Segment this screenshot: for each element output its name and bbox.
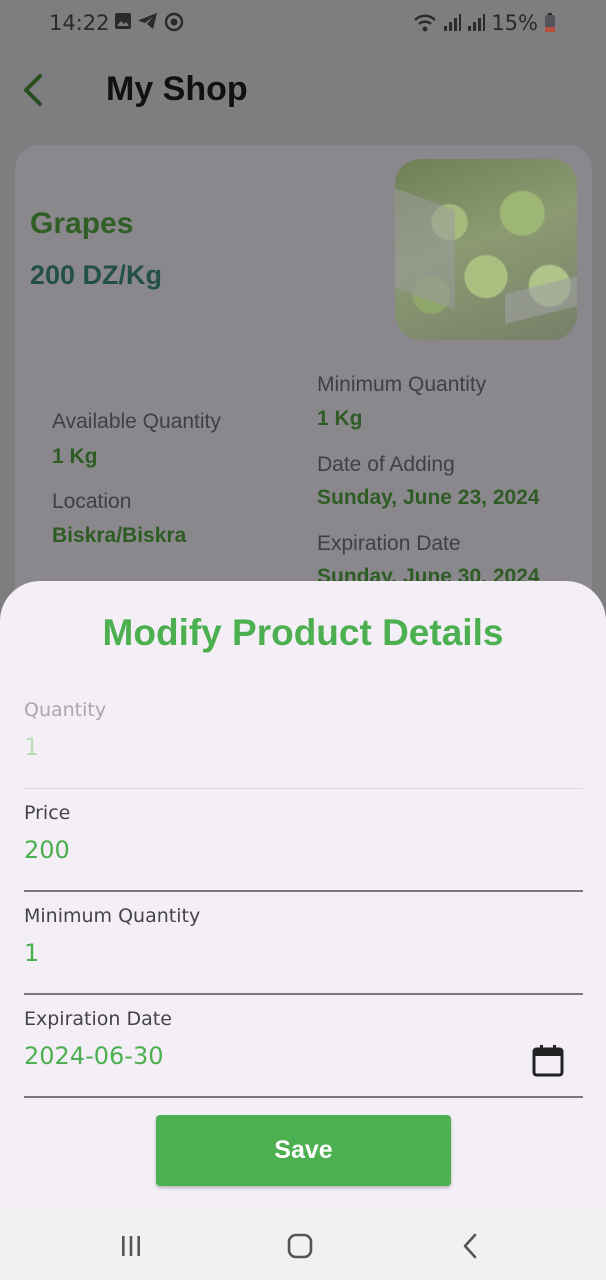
modify-product-sheet: Modify Product Details Quantity 1 Price … bbox=[0, 581, 606, 1211]
calendar-icon[interactable] bbox=[531, 1044, 565, 1078]
status-bar: 14:22 15% bbox=[0, 0, 606, 48]
nav-back-button[interactable] bbox=[450, 1229, 490, 1263]
minimum-quantity-field-value[interactable]: 1 bbox=[24, 939, 39, 967]
sync-icon bbox=[164, 12, 184, 32]
telegram-icon bbox=[139, 13, 157, 29]
signal-icon bbox=[468, 14, 486, 31]
field-underline bbox=[24, 1096, 583, 1098]
sheet-title: Modify Product Details bbox=[102, 612, 504, 653]
product-image bbox=[395, 159, 577, 340]
system-navigation-bar bbox=[0, 1211, 606, 1280]
expiration-date-field-value[interactable]: 2024-06-30 bbox=[24, 1042, 163, 1070]
battery-percent: 15% bbox=[491, 11, 538, 35]
product-price: 200 DZ/Kg bbox=[30, 260, 163, 290]
available-quantity-label: Available Quantity bbox=[52, 410, 221, 433]
product-name: Grapes bbox=[30, 207, 134, 240]
page-title: My Shop bbox=[106, 70, 248, 108]
recent-apps-button[interactable] bbox=[111, 1229, 151, 1263]
back-button[interactable] bbox=[18, 70, 48, 110]
expiration-date-field[interactable]: Expiration Date 2024-06-30 bbox=[24, 1008, 583, 1098]
chevron-left-icon bbox=[24, 74, 42, 106]
minimum-quantity-field[interactable]: Minimum Quantity 1 bbox=[24, 905, 583, 995]
minimum-quantity-value: 1 Kg bbox=[317, 407, 363, 430]
signal-icon bbox=[444, 14, 462, 31]
minimum-quantity-field-label: Minimum Quantity bbox=[24, 905, 201, 927]
wifi-icon bbox=[414, 14, 437, 32]
recent-apps-icon bbox=[122, 1236, 140, 1256]
minimum-quantity-label: Minimum Quantity bbox=[317, 373, 487, 396]
date-added-value: Sunday, June 23, 2024 bbox=[317, 486, 540, 509]
price-field[interactable]: Price 200 bbox=[24, 802, 583, 892]
battery-low-icon bbox=[545, 13, 555, 32]
field-underline bbox=[24, 788, 583, 789]
quantity-field-value: 1 bbox=[24, 733, 40, 761]
expiration-date-label: Expiration Date bbox=[317, 532, 461, 555]
status-time: 14:22 bbox=[49, 11, 110, 35]
gallery-icon bbox=[115, 13, 131, 29]
app-bar: My Shop bbox=[0, 48, 606, 132]
location-label: Location bbox=[52, 490, 132, 513]
save-button[interactable]: Save bbox=[156, 1115, 451, 1186]
quantity-field-label: Quantity bbox=[24, 699, 107, 721]
date-added-label: Date of Adding bbox=[317, 453, 455, 476]
price-field-value[interactable]: 200 bbox=[24, 836, 70, 864]
home-icon bbox=[287, 1233, 313, 1259]
back-icon bbox=[463, 1233, 477, 1259]
field-underline bbox=[24, 890, 583, 892]
status-notification-icons bbox=[114, 12, 184, 32]
available-quantity-value: 1 Kg bbox=[52, 445, 98, 468]
status-system-icons: 15% bbox=[413, 11, 556, 35]
expiration-date-field-label: Expiration Date bbox=[24, 1008, 172, 1030]
price-field-label: Price bbox=[24, 802, 71, 824]
location-value: Biskra/Biskra bbox=[52, 524, 187, 547]
field-underline bbox=[24, 993, 583, 995]
quantity-field: Quantity 1 bbox=[24, 699, 583, 789]
home-button[interactable] bbox=[280, 1229, 320, 1263]
